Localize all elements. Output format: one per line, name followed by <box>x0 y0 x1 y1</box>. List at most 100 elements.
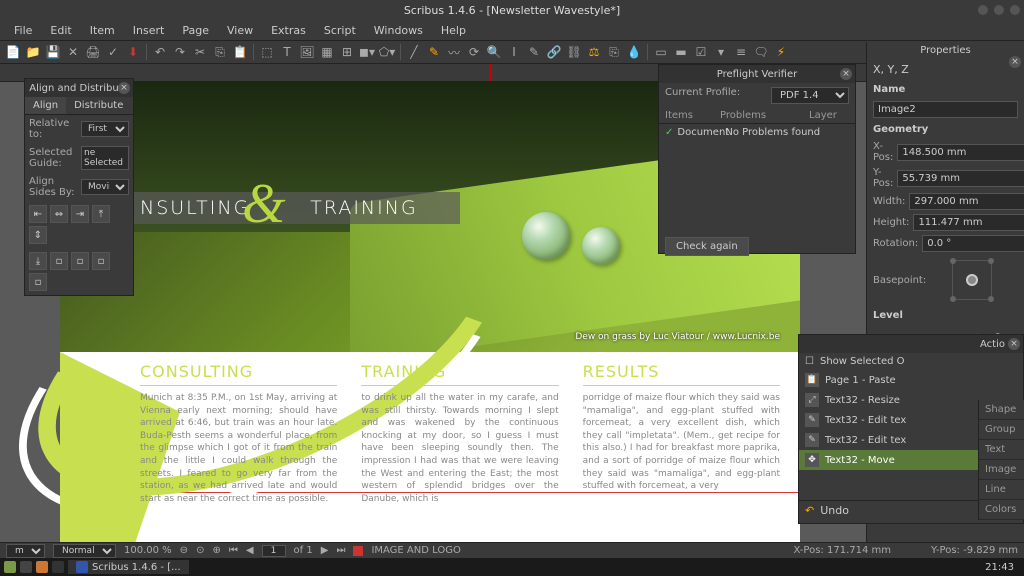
basepoint-bl[interactable] <box>950 296 956 302</box>
tab-line[interactable]: Line <box>979 480 1024 500</box>
show-selected-checkbox[interactable]: ☐ Show Selected O <box>799 353 1023 370</box>
link-frames-icon[interactable]: 🔗 <box>545 43 563 61</box>
bezier-icon[interactable]: ✎ <box>425 43 443 61</box>
align-btn[interactable]: ▫ <box>50 252 68 270</box>
file-manager-icon[interactable] <box>36 561 48 573</box>
basepoint-center[interactable] <box>966 274 978 286</box>
open-icon[interactable]: 📁 <box>24 43 42 61</box>
menu-extras[interactable]: Extras <box>263 22 314 39</box>
checkbox-icon[interactable]: ☐ <box>805 356 814 367</box>
zoom-icon[interactable]: 🔍 <box>485 43 503 61</box>
align-top-icon[interactable]: ⤒ <box>92 205 110 223</box>
align-btn[interactable]: ▫ <box>92 252 110 270</box>
xyz-section[interactable]: X, Y, Z <box>867 59 1024 80</box>
close-icon[interactable] <box>1010 5 1020 15</box>
zoom-in-icon[interactable]: ⊕ <box>212 545 220 556</box>
align-left-icon[interactable]: ⇤ <box>29 205 47 223</box>
polygon-icon[interactable]: ⬠▾ <box>378 43 396 61</box>
start-menu-icon[interactable] <box>4 561 16 573</box>
system-clock[interactable]: 21:43 <box>979 562 1020 573</box>
save-icon[interactable]: 💾 <box>44 43 62 61</box>
minimize-icon[interactable] <box>978 5 988 15</box>
column-consulting[interactable]: CONSULTING Munich at 8:35 P.M., on 1st M… <box>140 362 337 505</box>
next-page-icon[interactable]: ▶ <box>321 545 329 556</box>
preflight-icon[interactable]: ✓ <box>104 43 122 61</box>
close-icon[interactable]: × <box>1008 338 1020 350</box>
close-icon[interactable]: × <box>840 68 852 80</box>
pdf-combobox-icon[interactable]: ▾ <box>712 43 730 61</box>
menu-help[interactable]: Help <box>433 22 474 39</box>
action-item[interactable]: 📋Page 1 - Paste <box>799 370 1023 390</box>
rotation-input[interactable] <box>922 235 1024 252</box>
menu-view[interactable]: View <box>219 22 261 39</box>
redo-icon[interactable]: ↷ <box>171 43 189 61</box>
freehand-icon[interactable]: 〰 <box>445 43 463 61</box>
height-input[interactable] <box>913 214 1024 231</box>
menu-windows[interactable]: Windows <box>366 22 431 39</box>
copy-icon[interactable]: ⎘ <box>211 43 229 61</box>
basepoint-br[interactable] <box>988 296 994 302</box>
profile-select[interactable]: PDF 1.4 <box>771 87 849 104</box>
ypos-input[interactable] <box>897 170 1024 187</box>
tab-shape[interactable]: Shape <box>979 400 1024 420</box>
pdf-link-icon[interactable]: ⚡ <box>772 43 790 61</box>
align-bottom-icon[interactable]: ⤓ <box>29 252 47 270</box>
story-editor-icon[interactable]: ✎ <box>525 43 543 61</box>
tab-text[interactable]: Text <box>979 440 1024 460</box>
image-frame-icon[interactable]: 🖼 <box>298 43 316 61</box>
unlink-frames-icon[interactable]: ⛓ <box>565 43 583 61</box>
new-icon[interactable]: 📄 <box>4 43 22 61</box>
align-center-v-icon[interactable]: ⇕ <box>29 226 47 244</box>
last-page-icon[interactable]: ⏭ <box>336 545 345 556</box>
relative-to-select[interactable]: First Sele <box>81 121 129 137</box>
tab-distribute[interactable]: Distribute <box>66 97 131 114</box>
line-icon[interactable]: ╱ <box>405 43 423 61</box>
menu-script[interactable]: Script <box>316 22 364 39</box>
pdf-checkbox-icon[interactable]: ☑ <box>692 43 710 61</box>
pdf-textfield-icon[interactable]: ▬ <box>672 43 690 61</box>
zoom-out-icon[interactable]: ⊖ <box>180 545 188 556</box>
tab-align[interactable]: Align <box>25 97 66 114</box>
undo-icon[interactable]: ↶ <box>805 504 814 517</box>
taskbar-app-button[interactable]: Scribus 1.4.6 - [... <box>68 560 189 574</box>
pdf-listbox-icon[interactable]: ≡ <box>732 43 750 61</box>
tab-colors[interactable]: Colors <box>979 500 1024 520</box>
view-select[interactable]: Normal <box>53 544 116 558</box>
basepoint-tl[interactable] <box>950 258 956 264</box>
preflight-item[interactable]: ✓ Document No Problems found <box>659 124 855 141</box>
close-icon[interactable]: ✕ <box>64 43 82 61</box>
align-btn[interactable]: ▫ <box>29 273 47 291</box>
pdf-annotation-icon[interactable]: 🗨 <box>752 43 770 61</box>
rotate-icon[interactable]: ⟳ <box>465 43 483 61</box>
shape-icon[interactable]: ◼▾ <box>358 43 376 61</box>
align-center-h-icon[interactable]: ⇔ <box>50 205 68 223</box>
tab-image[interactable]: Image <box>979 460 1024 480</box>
print-icon[interactable]: 🖨 <box>84 43 102 61</box>
column-training[interactable]: TRAINING to drink up all the water in my… <box>361 362 558 505</box>
name-input[interactable] <box>873 101 1018 118</box>
column-results[interactable]: RESULTS porridge of maize flour which th… <box>583 362 780 505</box>
align-distribute-panel[interactable]: Align and Distribute × Align Distribute … <box>24 78 134 296</box>
menu-insert[interactable]: Insert <box>125 22 173 39</box>
preflight-verifier-panel[interactable]: Preflight Verifier × Current Profile: PD… <box>658 64 856 254</box>
cut-icon[interactable]: ✂ <box>191 43 209 61</box>
measure-icon[interactable]: ⚖ <box>585 43 603 61</box>
basepoint-tr[interactable] <box>988 258 994 264</box>
table-icon[interactable]: ⊞ <box>338 43 356 61</box>
zoom-100-icon[interactable]: ⊙ <box>196 545 204 556</box>
menu-edit[interactable]: Edit <box>42 22 79 39</box>
menu-file[interactable]: File <box>6 22 40 39</box>
close-icon[interactable]: × <box>1009 56 1021 68</box>
maximize-icon[interactable] <box>994 5 1004 15</box>
first-page-icon[interactable]: ⏮ <box>229 545 238 556</box>
page-input[interactable] <box>262 545 286 557</box>
terminal-icon[interactable] <box>52 561 64 573</box>
xpos-input[interactable] <box>897 144 1024 161</box>
tab-group[interactable]: Group <box>979 420 1024 440</box>
undo-icon[interactable]: ↶ <box>151 43 169 61</box>
basepoint-selector[interactable] <box>952 260 992 300</box>
layer-name[interactable]: IMAGE AND LOGO <box>371 545 460 556</box>
prev-page-icon[interactable]: ◀ <box>246 545 254 556</box>
align-sides-select[interactable]: Moving <box>81 179 129 195</box>
eyedropper-icon[interactable]: 💧 <box>625 43 643 61</box>
